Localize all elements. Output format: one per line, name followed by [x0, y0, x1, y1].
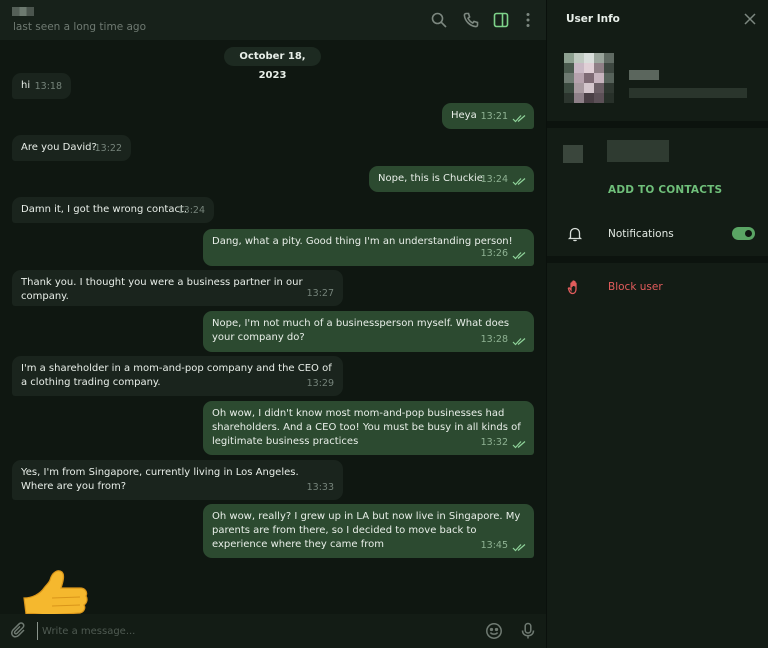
message-incoming[interactable]: Thank you. I thought you were a business… [12, 270, 343, 306]
search-icon[interactable] [430, 11, 448, 29]
chat-pane: last seen a long time ago October 18, 20… [0, 0, 546, 648]
message-incoming[interactable]: Damn it, I got the wrong contact. 13:24 [12, 197, 214, 223]
message-text: Dang, what a pity. Good thing I'm an und… [212, 236, 513, 247]
user-name-redacted [629, 70, 659, 80]
divider [547, 256, 768, 263]
phone-icon[interactable] [462, 11, 480, 29]
read-receipt-icon [512, 338, 526, 346]
read-receipt-icon [512, 115, 526, 123]
message-text: Heya [451, 110, 477, 121]
panel-title: User Info [566, 13, 620, 25]
phone-number-redacted [607, 140, 669, 162]
sidebar-toggle-icon[interactable] [492, 11, 510, 29]
message-time: 13:32 [480, 437, 508, 448]
message-time: 13:22 [94, 143, 122, 154]
avatar[interactable] [564, 53, 614, 105]
microphone-icon[interactable] [519, 622, 537, 640]
message-outgoing[interactable]: Dang, what a pity. Good thing I'm an und… [203, 229, 534, 266]
message-text: Oh wow, really? I grew up in LA but now … [212, 511, 521, 550]
read-receipt-icon [512, 178, 526, 186]
message-incoming[interactable]: Yes, I'm from Singapore, currently livin… [12, 460, 343, 500]
message-outgoing[interactable]: Oh wow, really? I grew up in LA but now … [203, 504, 534, 558]
message-time: 13:29 [306, 378, 334, 389]
date-separator: October 18, 2023 [224, 47, 321, 81]
message-text: I'm a shareholder in a mom-and-pop compa… [21, 363, 332, 388]
read-receipt-icon [512, 544, 526, 552]
block-user-button[interactable]: Block user [608, 281, 663, 293]
message-incoming[interactable]: I'm a shareholder in a mom-and-pop compa… [12, 356, 343, 396]
bell-icon [567, 226, 583, 242]
emoji-icon[interactable] [485, 622, 503, 640]
message-text: Are you David? [21, 142, 97, 153]
message-time: 13:18 [34, 81, 62, 92]
message-time: 13:26 [480, 248, 508, 259]
message-outgoing[interactable]: Nope, this is Chuckie 13:24 [369, 166, 534, 192]
close-icon[interactable] [743, 12, 757, 26]
message-time: 13:33 [306, 482, 334, 493]
message-text: hi [21, 80, 31, 91]
block-hand-icon [567, 279, 583, 295]
message-text: Nope, I'm not much of a businessperson m… [212, 318, 510, 343]
message-composer [0, 614, 546, 648]
add-to-contacts-button[interactable]: ADD TO CONTACTS [608, 184, 722, 196]
user-status-redacted [629, 88, 747, 98]
user-info-panel: User Info ADD TO CONTACTS Notifications [546, 0, 768, 648]
notifications-label: Notifications [608, 228, 674, 240]
message-text: Damn it, I got the wrong contact. [21, 204, 188, 215]
message-time: 13:21 [480, 111, 508, 122]
message-text: Nope, this is Chuckie [378, 173, 483, 184]
message-time: 13:45 [480, 540, 508, 551]
message-time: 13:24 [177, 205, 205, 216]
read-receipt-icon [512, 441, 526, 449]
thumbs-up-sticker[interactable] [22, 568, 92, 614]
contact-name-redacted[interactable] [12, 7, 34, 16]
divider [547, 121, 768, 128]
message-incoming[interactable]: Are you David? 13:22 [12, 135, 131, 161]
message-outgoing[interactable]: Nope, I'm not much of a businessperson m… [203, 311, 534, 352]
message-outgoing[interactable]: Heya 13:21 [442, 103, 534, 129]
more-vertical-icon[interactable] [519, 11, 537, 29]
message-outgoing[interactable]: Oh wow, I didn't know most mom-and-pop b… [203, 401, 534, 455]
read-receipt-icon [512, 252, 526, 260]
contact-status: last seen a long time ago [13, 21, 147, 33]
message-time: 13:27 [306, 288, 334, 299]
message-text: Oh wow, I didn't know most mom-and-pop b… [212, 408, 521, 447]
phone-icon-redacted [563, 145, 583, 163]
message-incoming[interactable]: hi 13:18 [12, 73, 71, 99]
message-input[interactable] [37, 622, 467, 640]
message-time: 13:28 [480, 334, 508, 345]
message-text: Yes, I'm from Singapore, currently livin… [21, 467, 299, 492]
notifications-toggle[interactable] [732, 227, 755, 240]
telegram-window: last seen a long time ago October 18, 20… [0, 0, 768, 648]
attach-icon[interactable] [10, 622, 28, 640]
message-time: 13:24 [480, 174, 508, 185]
message-text: Thank you. I thought you were a business… [21, 277, 303, 302]
chat-header[interactable]: last seen a long time ago [0, 0, 546, 40]
message-list[interactable]: October 18, 2023 hi 13:18 Heya 13:21 Are… [0, 40, 546, 614]
